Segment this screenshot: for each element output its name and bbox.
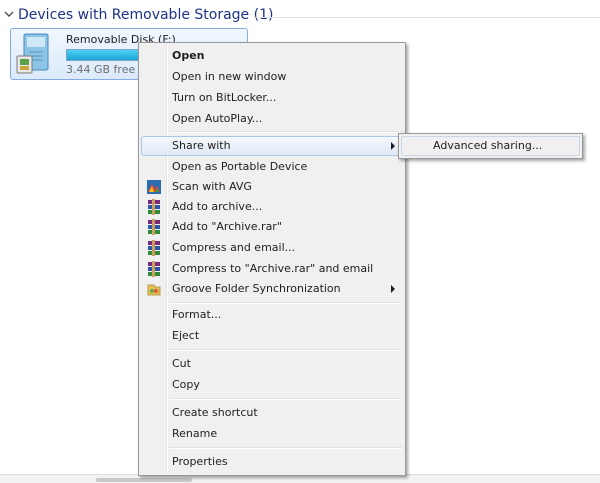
menu-item-portable-device[interactable]: Open as Portable Device <box>141 157 403 177</box>
menu-item-label: Create shortcut <box>172 406 258 419</box>
drive-free-space: 3.44 GB free of <box>66 63 150 76</box>
menu-item-properties[interactable]: Properties <box>141 452 403 472</box>
menu-item-label: Open as Portable Device <box>172 160 308 173</box>
menu-item-label: Turn on BitLocker... <box>172 91 277 104</box>
menu-item-bitlocker[interactable]: Turn on BitLocker... <box>141 88 403 108</box>
drive-usage-fill <box>67 50 142 60</box>
share-with-submenu: Advanced sharing... <box>398 133 583 159</box>
menu-item-label: Share with <box>172 139 231 152</box>
menu-item-compress-email[interactable]: Compress and email... <box>141 238 403 258</box>
menu-item-label: Add to "Archive.rar" <box>172 220 282 233</box>
menu-item-label: Advanced sharing... <box>433 139 543 152</box>
menu-separator <box>169 398 402 400</box>
winrar-archive-icon <box>148 240 160 256</box>
menu-separator <box>169 349 402 351</box>
menu-item-open[interactable]: Open <box>141 46 403 66</box>
menu-item-label: Compress and email... <box>172 241 296 254</box>
menu-item-groove-sync[interactable]: Groove Folder Synchronization <box>141 279 403 299</box>
menu-separator <box>169 447 402 449</box>
menu-item-scan-avg[interactable]: Scan with AVG <box>141 177 403 197</box>
scrollbar-thumb[interactable] <box>96 478 192 482</box>
menu-item-label: Rename <box>172 427 218 440</box>
menu-item-copy[interactable]: Copy <box>141 375 403 395</box>
menu-item-add-archive[interactable]: Add to archive... <box>141 197 403 217</box>
menu-item-label: Compress to "Archive.rar" and email <box>172 262 374 275</box>
winrar-archive-icon <box>148 261 160 277</box>
menu-item-label: Scan with AVG <box>172 180 252 193</box>
menu-item-label: Groove Folder Synchronization <box>172 282 341 295</box>
menu-item-share-with[interactable]: Share with <box>141 136 403 156</box>
menu-item-eject[interactable]: Eject <box>141 326 403 346</box>
groove-sync-icon <box>147 284 161 296</box>
winrar-archive-icon <box>148 219 160 235</box>
group-divider <box>254 17 600 18</box>
menu-item-label: Format... <box>172 308 222 321</box>
menu-item-label: Properties <box>172 455 228 468</box>
submenu-arrow-icon <box>391 285 395 293</box>
drive-usage-bar <box>66 49 146 61</box>
menu-item-add-archive-rar[interactable]: Add to "Archive.rar" <box>141 217 403 237</box>
winrar-archive-icon <box>148 199 160 215</box>
avg-scan-icon <box>147 180 161 194</box>
menu-item-cut[interactable]: Cut <box>141 354 403 374</box>
menu-separator <box>169 131 402 133</box>
menu-item-label: Add to archive... <box>172 200 263 213</box>
menu-item-label: Open AutoPlay... <box>172 112 263 125</box>
menu-item-label: Cut <box>172 357 191 370</box>
menu-item-compress-rar-email[interactable]: Compress to "Archive.rar" and email <box>141 259 403 279</box>
menu-item-create-shortcut[interactable]: Create shortcut <box>141 403 403 423</box>
group-header[interactable]: Devices with Removable Storage (1) <box>0 3 600 29</box>
menu-item-format[interactable]: Format... <box>141 305 403 325</box>
chevron-down-icon[interactable] <box>4 9 14 19</box>
menu-item-advanced-sharing[interactable]: Advanced sharing... <box>401 136 580 156</box>
menu-item-label: Open in new window <box>172 70 287 83</box>
menu-item-open-new-window[interactable]: Open in new window <box>141 67 403 87</box>
context-menu: Open Open in new window Turn on BitLocke… <box>138 42 406 476</box>
menu-item-rename[interactable]: Rename <box>141 424 403 444</box>
menu-item-autoplay[interactable]: Open AutoPlay... <box>141 109 403 129</box>
group-title: Devices with Removable Storage (1) <box>18 7 274 23</box>
menu-separator <box>169 302 402 304</box>
menu-item-label: Eject <box>172 329 200 342</box>
submenu-arrow-icon <box>391 142 395 150</box>
menu-item-label: Open <box>172 49 205 62</box>
removable-drive-icon <box>16 33 49 74</box>
menu-item-label: Copy <box>172 378 200 391</box>
